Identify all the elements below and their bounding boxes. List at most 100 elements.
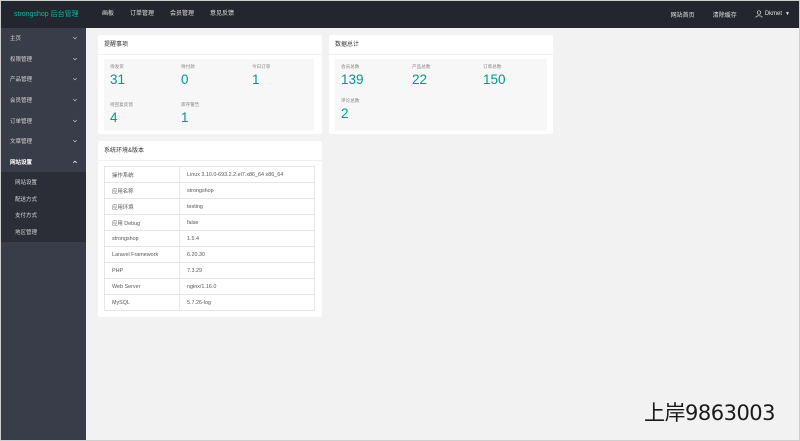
chevron-down-icon: [72, 119, 78, 123]
stat-value: 31: [110, 72, 126, 87]
env-value: false: [179, 214, 315, 231]
stat-label: 待付款: [181, 64, 195, 69]
stat-label: 今日订单: [252, 64, 271, 69]
chevron-down-icon: [72, 37, 78, 40]
sidebar-subitem-payment[interactable]: 支付方式: [0, 207, 86, 224]
sidebar-item-orders[interactable]: 订单管理: [0, 110, 86, 131]
stat-value: 0: [181, 72, 189, 87]
stat-label: 产品总数: [412, 64, 431, 69]
sidebar-item-articles[interactable]: 文章管理: [0, 131, 86, 152]
top-nav-orders[interactable]: 订单管理: [130, 0, 154, 28]
stat-review-total[interactable]: 评论总数 2: [341, 98, 359, 121]
env-key: 操作系统: [104, 166, 180, 183]
user-menu[interactable]: Dkmet ▼: [755, 10, 790, 18]
stat-order-total[interactable]: 订单总数 150: [483, 64, 506, 87]
env-table: 操作系统 Linux 3.10.0-693.2.2.el7.x86_64 x86…: [104, 166, 315, 311]
sidebar-subitem-shipping[interactable]: 配送方式: [0, 191, 86, 208]
stat-value: 2: [341, 106, 349, 121]
stat-pending-shipment[interactable]: 待发货 31: [110, 64, 125, 87]
env-value: testing: [179, 198, 315, 215]
env-key: 应用环境: [104, 198, 180, 215]
env-key: PHP: [104, 262, 180, 279]
table-row: Web Server nginx/1.16.0: [104, 278, 315, 295]
env-key: 应用 Debug: [104, 214, 180, 231]
watermark-text: 上岸9863003: [644, 401, 776, 425]
env-value: strongshop: [179, 182, 315, 199]
sidebar-subitem-site-settings[interactable]: 网站设置: [0, 174, 86, 191]
stat-label: 会员总数: [341, 64, 360, 69]
env-card: 系统环境&版本 操作系统 Linux 3.10.0-693.2.2.el7.x8…: [98, 141, 322, 317]
sidebar-item-home[interactable]: 主页: [0, 28, 86, 49]
sidebar-item-label: 主页: [10, 36, 22, 43]
chevron-down-icon: ▼: [785, 11, 790, 17]
stat-value: 1: [252, 72, 260, 87]
top-nav-dashboard[interactable]: 画板: [102, 0, 114, 28]
env-title: 系统环境&版本: [98, 141, 322, 161]
sidebar-item-members[interactable]: 会员管理: [0, 90, 86, 111]
totals-title: 数据总计: [329, 35, 553, 55]
reminders-card: 提醒事项 待发货 31 待付款 0 今日订单 1 待回复反馈 4 库存警告 1: [98, 35, 322, 134]
stat-member-total[interactable]: 会员总数 139: [341, 64, 364, 87]
sidebar-item-label: 文章管理: [10, 139, 33, 146]
table-row: MySQL 5.7.26-log: [104, 294, 315, 311]
totals-panel: 会员总数 139 产品总数 22 订单总数 150 评论总数 2: [335, 59, 547, 131]
table-row: PHP 7.3.29: [104, 262, 315, 279]
sidebar-item-permissions[interactable]: 权限管理: [0, 49, 86, 70]
env-value: nginx/1.16.0: [179, 278, 315, 295]
stat-stock-warning[interactable]: 库存警告 1: [181, 102, 199, 125]
env-value: Linux 3.10.0-693.2.2.el7.x86_64 x86_64: [179, 166, 315, 183]
chevron-up-icon: [72, 160, 78, 164]
top-nav-feedback[interactable]: 意见反馈: [210, 0, 234, 28]
table-row: 应用环境 testing: [104, 198, 315, 215]
stat-pending-payment[interactable]: 待付款 0: [181, 64, 195, 87]
chevron-down-icon: [72, 78, 78, 81]
env-value: 7.3.29: [179, 262, 315, 279]
sidebar-item-label: 网站设置: [10, 159, 33, 166]
sidebar-item-label: 产品管理: [10, 77, 33, 84]
stat-label: 库存警告: [181, 102, 200, 107]
stat-label: 待发货: [110, 64, 124, 69]
top-right-nav: 网站首页 清除缓存 Dkmet ▼: [653, 0, 790, 28]
totals-card: 数据总计 会员总数 139 产品总数 22 订单总数 150 评论总数 2: [329, 35, 553, 134]
stat-label: 订单总数: [483, 64, 502, 69]
reminders-panel: 待发货 31 待付款 0 今日订单 1 待回复反馈 4 库存警告 1: [104, 59, 314, 131]
reminders-title: 提醒事项: [98, 35, 322, 55]
chevron-down-icon: [72, 98, 78, 102]
env-key: strongshop: [104, 230, 180, 247]
sidebar-item-label: 会员管理: [10, 98, 33, 105]
table-row: 应用名称 strongshop: [104, 182, 315, 199]
stat-value: 4: [110, 110, 118, 125]
top-nav-members[interactable]: 会员管理: [170, 0, 194, 28]
env-key: 应用名称: [104, 182, 180, 199]
chevron-down-icon: [72, 57, 78, 61]
stat-value: 150: [483, 72, 506, 87]
stat-pending-feedback[interactable]: 待回复反馈 4: [110, 102, 133, 125]
sidebar-item-site-settings[interactable]: 网站设置: [0, 152, 86, 173]
clear-cache-link[interactable]: 清除缓存: [713, 10, 737, 19]
table-row: 应用 Debug false: [104, 214, 315, 231]
env-key: Web Server: [104, 278, 180, 295]
stat-value: 1: [181, 110, 189, 125]
env-value: 1.5.4: [179, 230, 315, 247]
site-home-link[interactable]: 网站首页: [671, 10, 695, 19]
env-key: MySQL: [104, 294, 180, 311]
stat-label: 评论总数: [341, 98, 360, 103]
stat-value: 139: [341, 72, 364, 87]
env-value: 6.20.30: [179, 246, 315, 263]
sidebar-item-label: 权限管理: [10, 56, 33, 63]
user-icon: [755, 10, 763, 18]
sidebar-subitem-regions[interactable]: 地区管理: [0, 224, 86, 241]
stat-today-orders[interactable]: 今日订单 1: [252, 64, 270, 87]
stat-value: 22: [412, 72, 428, 87]
sidebar: 主页 权限管理 产品管理 会员管理 订单管理 文章管理 网站设置 网站设置 配送…: [0, 28, 86, 441]
sidebar-item-products[interactable]: 产品管理: [0, 69, 86, 90]
brand-logo[interactable]: strongshop 后台管理: [14, 9, 79, 19]
table-row: Laravel Framework 6.20.30: [104, 246, 315, 263]
sidebar-submenu: 网站设置 配送方式 支付方式 地区管理: [0, 172, 86, 243]
table-row: strongshop 1.5.4: [104, 230, 315, 247]
top-nav: 画板 订单管理 会员管理 意见反馈: [102, 0, 250, 28]
table-row: 操作系统 Linux 3.10.0-693.2.2.el7.x86_64 x86…: [104, 166, 315, 183]
stat-product-total[interactable]: 产品总数 22: [412, 64, 430, 87]
user-name: Dkmet: [764, 11, 783, 17]
stat-label: 待回复反馈: [110, 102, 133, 107]
